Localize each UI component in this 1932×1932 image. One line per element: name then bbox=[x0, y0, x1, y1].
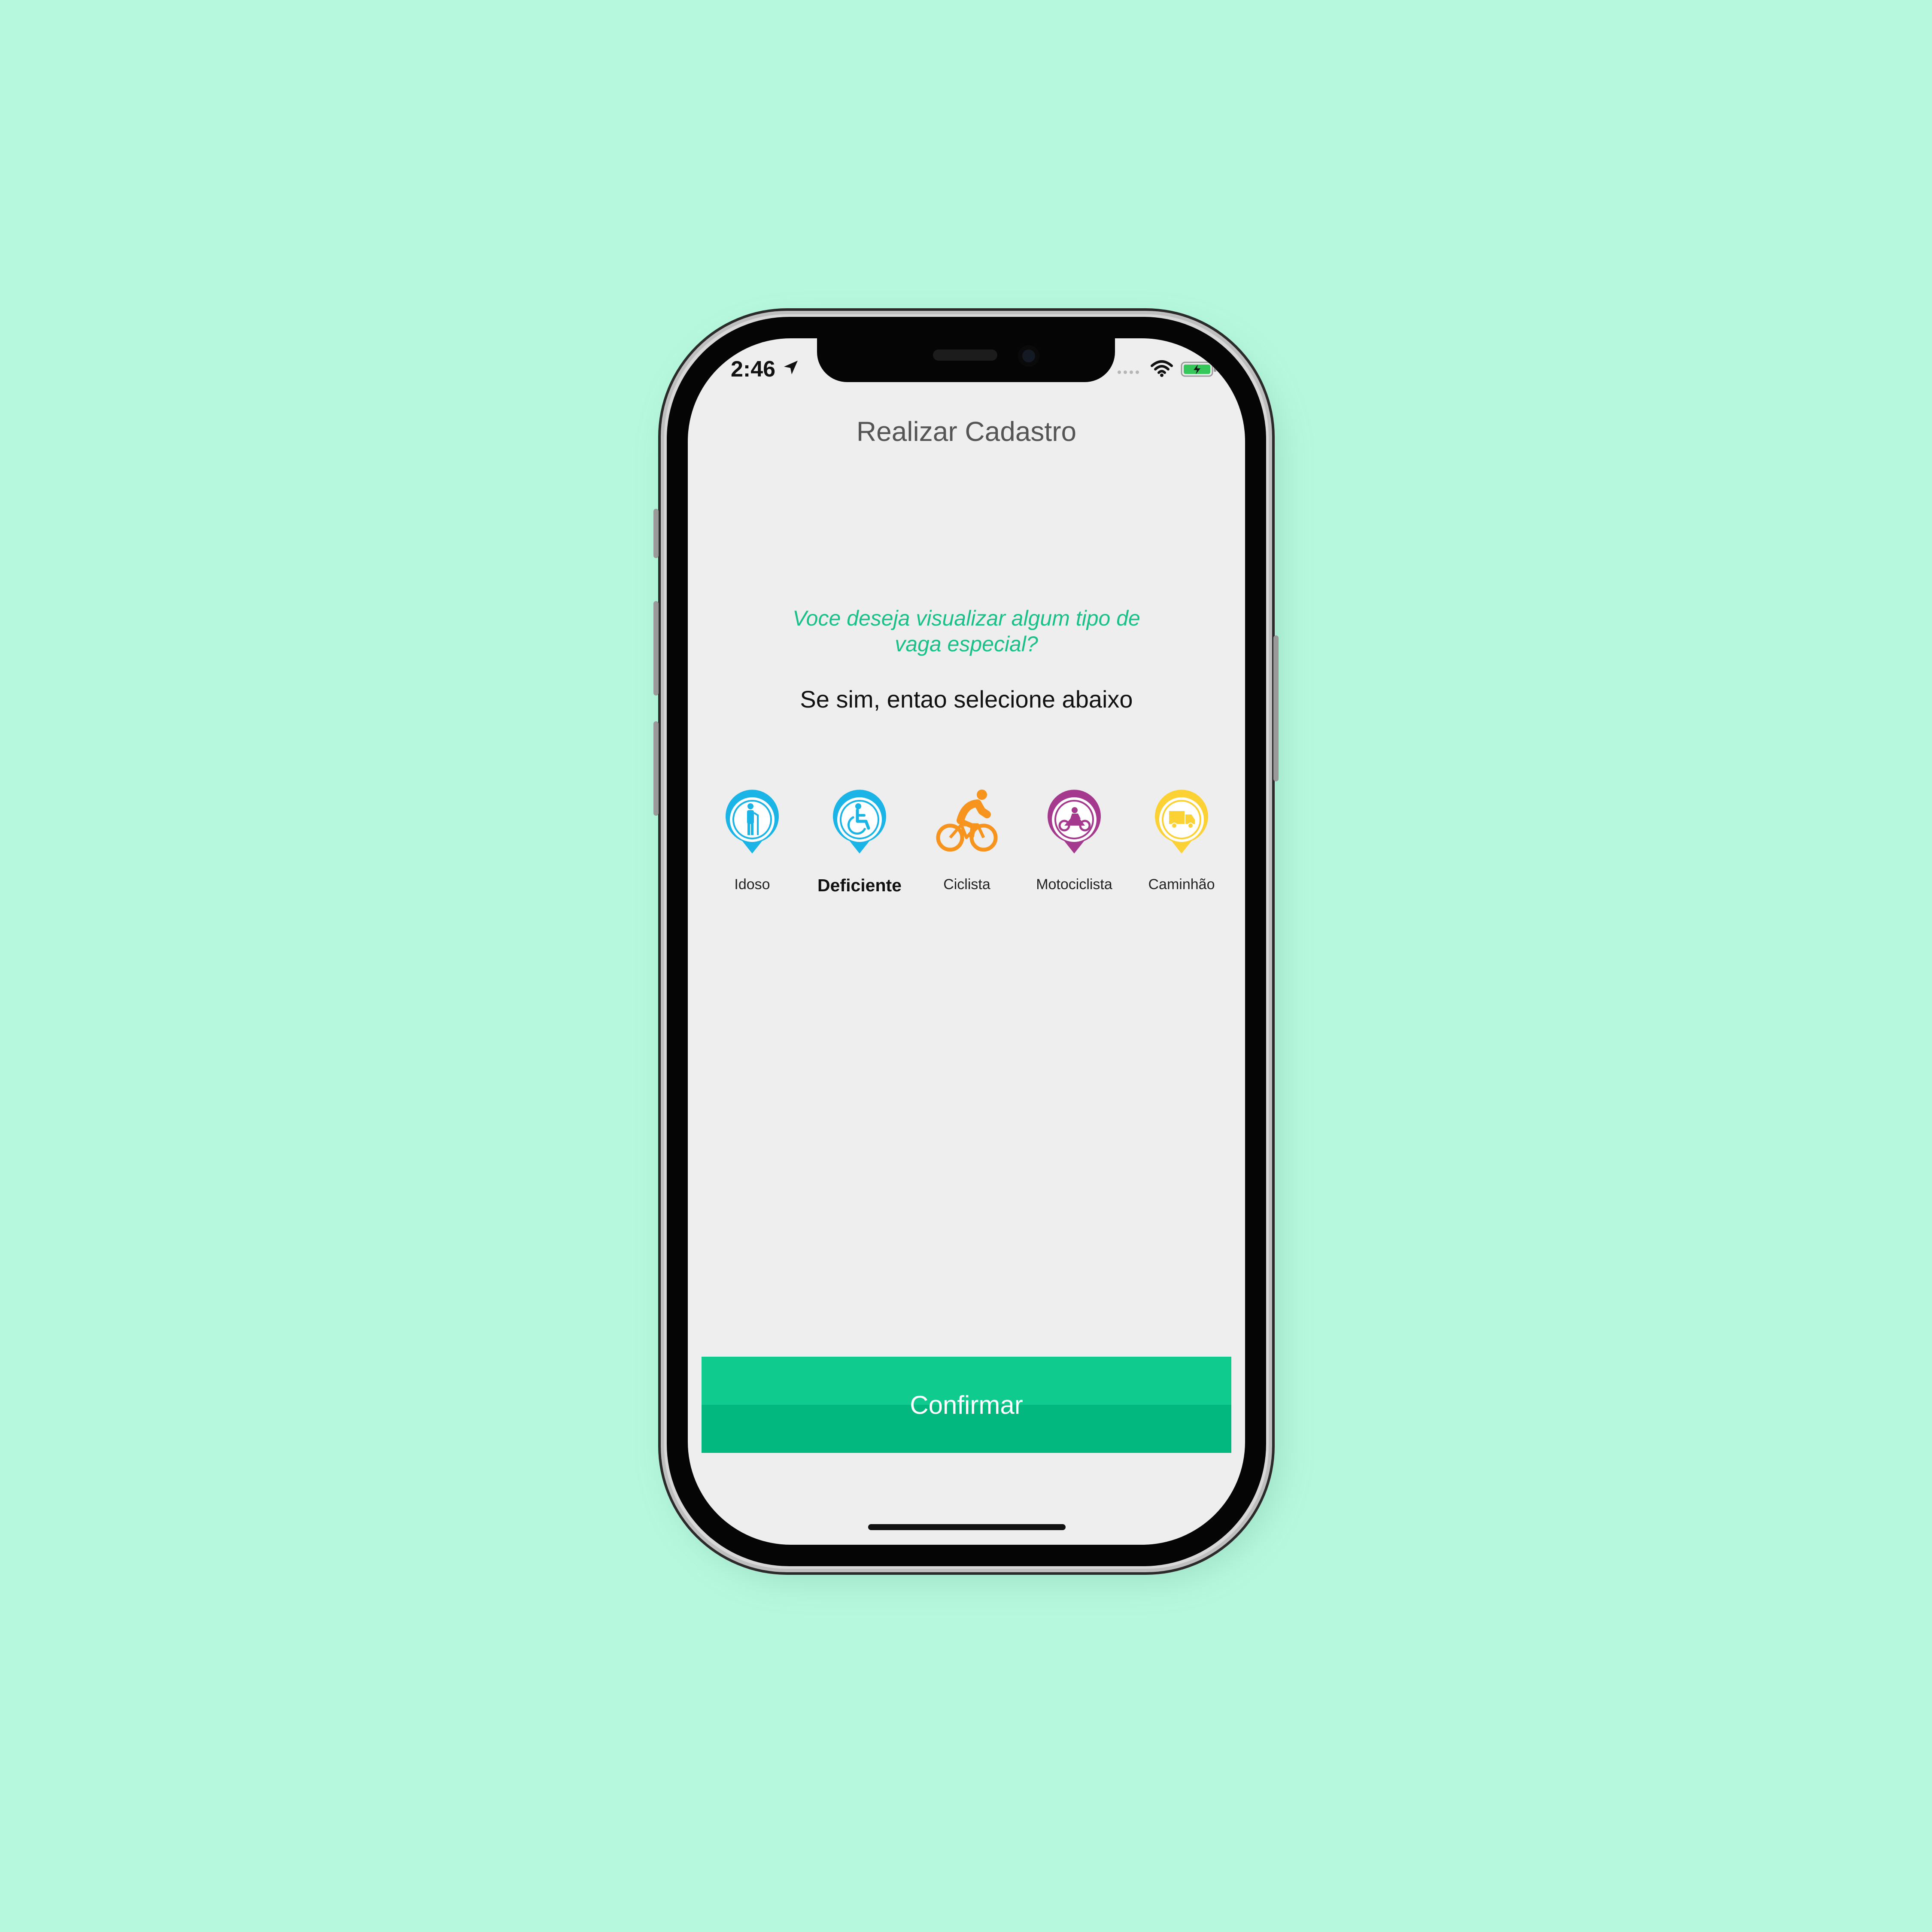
truck-pin-icon bbox=[1155, 790, 1208, 854]
status-time: 2:46 bbox=[731, 357, 776, 382]
elderly-pin-icon bbox=[726, 790, 779, 854]
special-spot-options: Idoso Deficiente Ciclista Motociclista C… bbox=[705, 787, 1229, 916]
question-text: Voce deseja visualizar algum tipo de vag… bbox=[793, 606, 1140, 656]
front-camera bbox=[1018, 345, 1039, 367]
option-motociclista[interactable]: Motociclista bbox=[1027, 787, 1121, 916]
wheelchair-pin-icon bbox=[833, 790, 886, 854]
option-deficiente[interactable]: Deficiente bbox=[812, 787, 907, 916]
phone-screen: 2:46 Realizar Cadastro Voce deseja visua… bbox=[688, 338, 1245, 1545]
location-arrow-icon bbox=[784, 361, 798, 374]
option-idoso[interactable]: Idoso bbox=[705, 787, 799, 916]
option-label: Caminhão bbox=[1148, 876, 1215, 893]
option-caminhao[interactable]: Caminhão bbox=[1134, 787, 1229, 916]
instruction-text: Se sim, entao selecione abaixo bbox=[800, 686, 1133, 713]
silent-switch bbox=[653, 509, 659, 558]
option-label: Deficiente bbox=[817, 875, 902, 895]
option-label: Motociclista bbox=[1036, 876, 1112, 893]
volume-down-button bbox=[653, 721, 659, 816]
home-indicator[interactable] bbox=[868, 1524, 1066, 1530]
power-button bbox=[1273, 635, 1279, 781]
earpiece-speaker bbox=[933, 349, 997, 361]
page-title: Realizar Cadastro bbox=[856, 416, 1077, 447]
motorcycle-pin-icon bbox=[1048, 790, 1101, 854]
option-label: Ciclista bbox=[943, 876, 990, 893]
battery-charging-icon bbox=[1181, 361, 1216, 377]
volume-up-button bbox=[653, 601, 659, 696]
wifi-icon bbox=[1151, 360, 1173, 377]
notch bbox=[817, 338, 1115, 382]
cyclist-icon bbox=[936, 790, 998, 852]
confirm-button[interactable]: Confirmar bbox=[702, 1357, 1231, 1453]
cellular-signal-icon bbox=[1118, 371, 1139, 374]
option-ciclista[interactable]: Ciclista bbox=[920, 787, 1014, 916]
option-label: Idoso bbox=[734, 876, 770, 893]
